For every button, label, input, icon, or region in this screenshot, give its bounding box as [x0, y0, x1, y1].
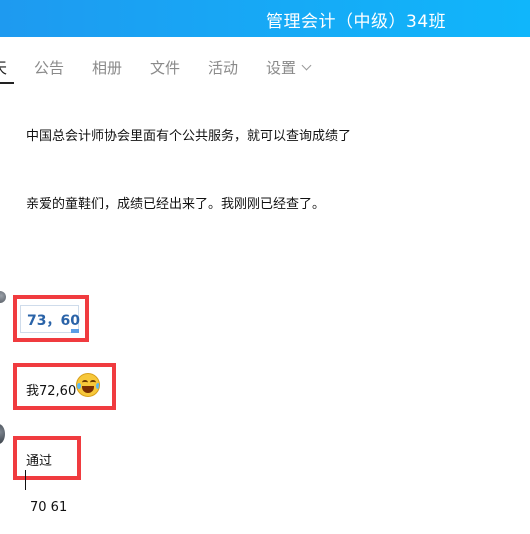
emoji-mouth — [82, 386, 94, 393]
emoji-tear — [77, 383, 81, 389]
avatar[interactable] — [0, 291, 6, 303]
emoji-tear — [96, 383, 99, 389]
tab-settings[interactable]: 设置 — [266, 57, 312, 78]
tab-chat[interactable]: 天 — [0, 57, 7, 78]
text-cursor — [25, 470, 26, 490]
bubble-text: 73，60 — [27, 313, 80, 329]
chat-message: 我72,60 — [26, 384, 77, 399]
bubble-corner-mark — [71, 329, 79, 333]
laughing-emoji-icon — [76, 373, 100, 397]
tab-settings-label: 设置 — [266, 59, 297, 77]
chat-message: 中国总会计师协会里面有个公共服务，就可以查询成绩了 — [26, 129, 352, 144]
group-title: 管理会计（中级）34班 — [266, 12, 447, 32]
tab-album[interactable]: 相册 — [92, 57, 122, 78]
avatar[interactable] — [0, 424, 5, 444]
title-bar: 管理会计（中级）34班 — [0, 0, 530, 37]
tab-announcements[interactable]: 公告 — [34, 57, 64, 78]
active-tab-underline — [0, 82, 14, 84]
message-input[interactable]: 70 61 — [30, 500, 67, 515]
chat-message: 亲爱的童鞋们，成绩已经出来了。我刚刚已经查了。 — [26, 197, 326, 212]
message-bubble: 73，60 — [20, 305, 80, 333]
tab-activities[interactable]: 活动 — [208, 57, 238, 78]
tab-bar: 天 公告 相册 文件 活动 设置 — [0, 37, 530, 92]
chat-message: 通过 — [26, 454, 53, 469]
emoji-eye — [82, 380, 88, 385]
tab-files[interactable]: 文件 — [150, 57, 180, 78]
chevron-down-icon — [301, 60, 312, 71]
